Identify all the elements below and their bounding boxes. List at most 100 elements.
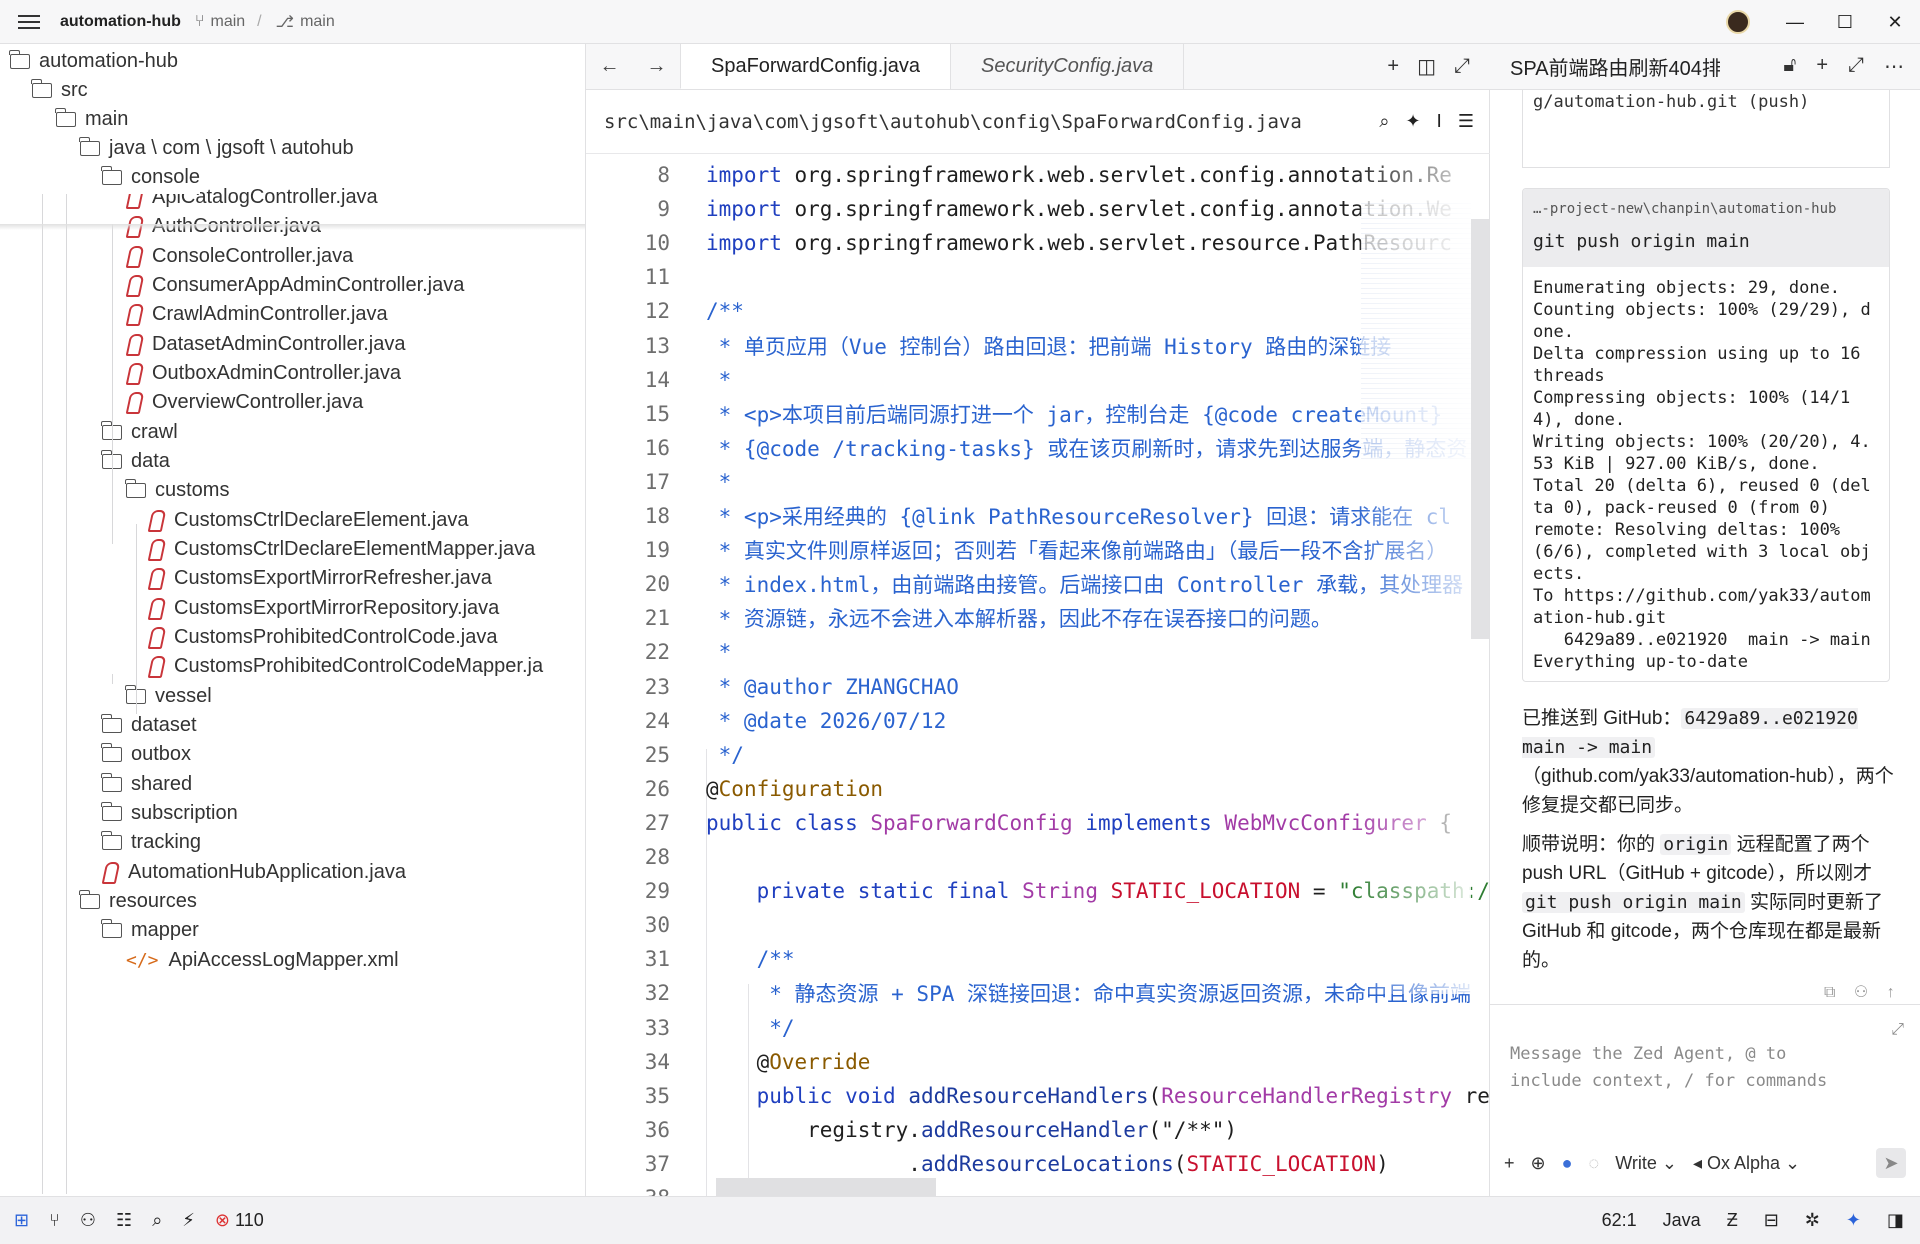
tree-item-label: automation-hub <box>39 49 178 72</box>
new-thread-icon[interactable]: + <box>1816 54 1828 79</box>
terminal-icon[interactable]: ⊟ <box>1764 1210 1779 1231</box>
line-number: 11 <box>644 265 670 290</box>
tree-item-outbox[interactable]: outbox <box>0 737 191 771</box>
tree-item-customsexportmirrorrefresher-java[interactable]: CustomsExportMirrorRefresher.java <box>0 561 492 595</box>
menu-icon[interactable] <box>18 14 40 29</box>
separator: / <box>257 12 262 30</box>
code-line: 35 public void addResourceHandlers(Resou… <box>586 1079 1490 1113</box>
branch-switcher[interactable]: ⑂ main <box>195 13 245 31</box>
breadcrumb-path[interactable]: src\main\java\com\jgsoft\autohub\config\… <box>604 111 1302 133</box>
thread-title[interactable]: SPA前端路由刷新404排查 <box>1510 52 1720 81</box>
expand-icon[interactable]: ⤢ <box>1454 55 1470 78</box>
tree-item-customs[interactable]: customs <box>0 473 229 507</box>
language-selector[interactable]: Java <box>1663 1210 1701 1231</box>
mode-selector[interactable]: Write ⌄ <box>1615 1153 1677 1174</box>
tree-item-overviewcontroller-java[interactable]: OverviewController.java <box>0 385 363 419</box>
tree-item-crawladmincontroller-java[interactable]: CrawlAdminController.java <box>0 297 388 331</box>
code-line: 13 * 单页应用（Vue 控制台）路由回退：把前端 History 路由的深链… <box>586 329 1490 363</box>
vertical-scrollbar[interactable] <box>1471 219 1489 639</box>
collab-icon[interactable]: ⚇ <box>80 1210 96 1231</box>
sparkle-icon[interactable]: ✦ <box>1405 111 1420 132</box>
plus-icon[interactable]: + <box>1387 55 1399 78</box>
forward-arrow-icon[interactable]: → <box>647 55 667 78</box>
bulb-icon[interactable]: ● <box>1562 1153 1573 1174</box>
tree-item-customsprohibitedcontrolcodemapper-ja[interactable]: CustomsProhibitedControlCodeMapper.ja <box>0 649 543 683</box>
tab-spaforwardconfig[interactable]: SpaForwardConfig.java <box>680 44 950 89</box>
status-bar: ⊞ ⑂ ⚇ ☷ ⌕ ⚡ ⊗ 110 62:1 Java Ƶ ⊟ ✲ ✦ ◨ <box>0 1196 1920 1244</box>
target-icon[interactable]: ⊕ <box>1531 1153 1546 1174</box>
message-actions: ⧉ ⚇ ↑ <box>1810 982 1895 1002</box>
project-panel-icon[interactable]: ⊞ <box>14 1210 29 1231</box>
title-bar: automation-hub ⑂ main / ⎇ main — ☐ ✕ <box>0 0 1920 44</box>
lightning-icon[interactable]: ⚡ <box>182 1210 195 1231</box>
java-file-icon <box>126 304 142 324</box>
line-number: 36 <box>644 1117 670 1142</box>
java-file-icon <box>148 627 164 647</box>
lock-icon[interactable]: 🔓︎ <box>1783 54 1796 79</box>
avatar[interactable] <box>1726 10 1750 34</box>
code-text: import org.springframework.web.servlet.c… <box>706 163 1452 187</box>
code-text: * @date 2026/07/12 <box>706 708 947 733</box>
line-number: 26 <box>644 776 670 801</box>
project-name[interactable]: automation-hub <box>60 13 181 31</box>
code-text: */ <box>706 742 744 767</box>
terminal-output: Enumerating objects: 29, done. Counting … <box>1533 278 1871 672</box>
more-icon[interactable]: ⋯ <box>1884 54 1904 79</box>
java-file-icon <box>126 363 142 383</box>
assistant-message: 已推送到 GitHub： 6429a89..e021920 main -> mai… <box>1522 704 1902 985</box>
tree-item-label: data <box>131 449 170 472</box>
search-icon[interactable]: ⌕ <box>152 1210 162 1231</box>
tree-item-apiaccesslogmapper-xml[interactable]: </> ApiAccessLogMapper.xml <box>0 943 399 977</box>
line-number: 9 <box>657 197 670 222</box>
tree-item-label: DatasetAdminController.java <box>152 332 406 355</box>
code-line: 30 <box>586 908 1490 942</box>
scroll-up-icon[interactable]: ↑ <box>1887 984 1895 1001</box>
tree-item-label: main <box>85 107 129 130</box>
worktree-switcher[interactable]: ⎇ main <box>276 12 335 32</box>
java-file-icon <box>148 598 164 618</box>
settings-sliders-icon[interactable]: ☰ <box>1458 111 1474 132</box>
tree-item-label: mapper <box>131 918 199 941</box>
tab-securityconfig[interactable]: SecurityConfig.java <box>950 44 1185 89</box>
code-text: * {@code /tracking-tasks} 或在该页刷新时，请求先到达服… <box>706 436 1468 461</box>
split-pane-icon[interactable]: ◫ <box>1417 54 1436 79</box>
zeta-icon[interactable]: Ƶ <box>1727 1210 1738 1231</box>
outline-icon[interactable]: ☷ <box>116 1210 132 1231</box>
code-text: * <box>706 367 732 392</box>
composer-input[interactable]: Message the Zed Agent, @ to include cont… <box>1510 1041 1840 1095</box>
horizontal-scrollbar[interactable] <box>716 1178 936 1196</box>
minimize-icon[interactable]: — <box>1770 12 1820 33</box>
code-text: * 静态资源 + SPA 深链接回退：命中真实资源返回资源，未命中且像前端 <box>706 982 1472 1007</box>
model-selector[interactable]: ◂ Ox Alpha ⌄ <box>1693 1153 1800 1174</box>
git-icon[interactable]: ⑂ <box>49 1210 60 1231</box>
expand-icon[interactable]: ⤢ <box>1848 54 1864 79</box>
debug-icon[interactable]: ✲ <box>1805 1210 1820 1231</box>
folder-icon <box>31 78 52 98</box>
send-button[interactable]: ➤ <box>1876 1148 1906 1178</box>
cursor-position[interactable]: 62:1 <box>1602 1210 1637 1231</box>
folder-icon <box>79 889 100 909</box>
maximize-icon[interactable]: ☐ <box>1820 12 1870 33</box>
agent-icon[interactable]: ✦ <box>1846 1210 1861 1231</box>
add-context-icon[interactable]: + <box>1504 1153 1515 1174</box>
sidebar-toggle-icon[interactable]: ◨ <box>1887 1210 1904 1231</box>
line-number: 20 <box>644 572 670 597</box>
cursor-icon[interactable]: I <box>1437 111 1442 132</box>
tree-item-label: vessel <box>155 684 212 707</box>
code-text: /** <box>706 299 744 324</box>
search-icon[interactable]: ⌕ <box>1379 111 1389 132</box>
diagnostics-indicator[interactable]: ⊗ 110 <box>215 1210 264 1231</box>
folder-icon <box>55 107 76 127</box>
minimap[interactable] <box>1361 199 1471 459</box>
tree-item-console[interactable]: console <box>0 160 200 194</box>
tree-item-tracking[interactable]: tracking <box>0 825 201 859</box>
user-icon[interactable]: ⚇ <box>1854 984 1868 1001</box>
copy-icon[interactable]: ⧉ <box>1824 984 1835 1001</box>
back-arrow-icon[interactable]: ← <box>600 55 620 78</box>
expand-icon[interactable]: ⤢ <box>1891 1021 1904 1039</box>
tree-item-mapper[interactable]: mapper <box>0 913 199 947</box>
folder-icon <box>101 713 122 733</box>
code-area[interactable]: 8 import org.springframework.web.servlet.… <box>586 154 1490 1196</box>
close-icon[interactable]: ✕ <box>1870 12 1920 33</box>
java-file-icon <box>148 539 164 559</box>
